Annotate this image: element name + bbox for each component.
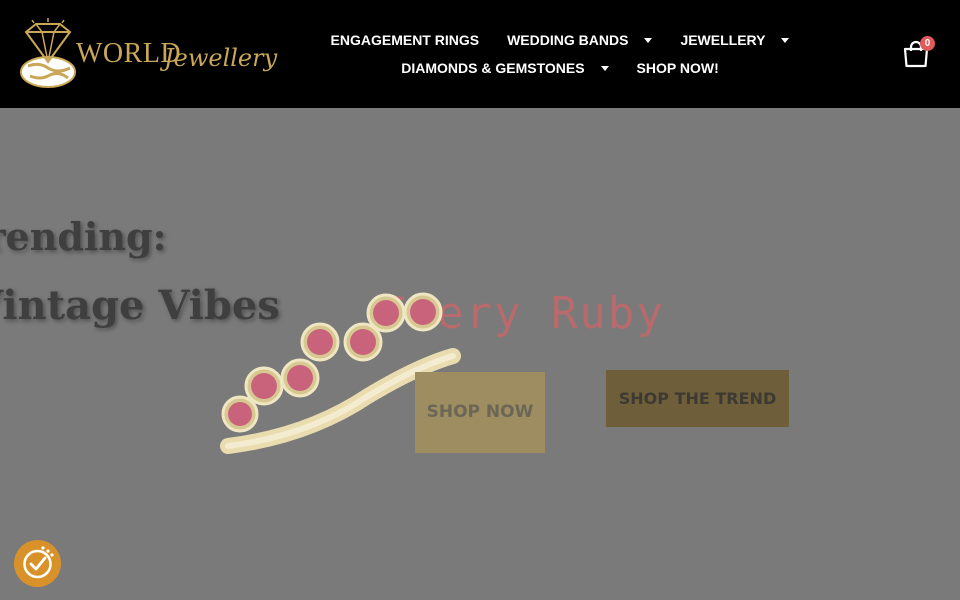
nav-item-label: DIAMONDS & GEMSTONES xyxy=(401,60,585,76)
nav-item-label: WEDDING BANDS xyxy=(507,32,629,48)
site-header: WORLD Jewellery ENGAGEMENT RINGS WEDDING… xyxy=(0,0,960,108)
caret-down-icon xyxy=(644,37,653,43)
cart-count-badge: 0 xyxy=(920,36,935,51)
nav-item-engagement-rings[interactable]: ENGAGEMENT RINGS xyxy=(331,32,480,48)
nav-row-2: DIAMONDS & GEMSTONES SHOP NOW! xyxy=(300,54,820,82)
diamond-globe-icon xyxy=(20,18,76,88)
logo-word-jewellery: Jewellery xyxy=(164,44,278,72)
main-nav: ENGAGEMENT RINGS WEDDING BANDS JEWELLERY… xyxy=(300,26,820,82)
accessibility-check-icon xyxy=(23,546,54,579)
nav-item-label: SHOP NOW! xyxy=(636,60,719,76)
hero-banner: Trending: Vintage Vibes Fiery Ruby SHOP … xyxy=(0,108,960,600)
nav-row-1: ENGAGEMENT RINGS WEDDING BANDS JEWELLERY xyxy=(300,26,820,54)
world-jewellery-logo[interactable]: WORLD Jewellery xyxy=(18,18,277,90)
shop-now-button[interactable]: SHOP NOW xyxy=(415,372,545,453)
nav-item-label: ENGAGEMENT RINGS xyxy=(330,32,480,48)
caret-down-icon xyxy=(781,37,790,43)
shop-the-trend-button[interactable]: SHOP THE TREND xyxy=(606,370,789,427)
hero-heading-trending: Trending: xyxy=(0,214,167,259)
nav-item-label: JEWELLERY xyxy=(680,32,766,48)
accessibility-widget-button[interactable] xyxy=(14,540,61,587)
nav-item-jewellery[interactable]: JEWELLERY xyxy=(680,32,790,48)
caret-down-icon xyxy=(600,65,609,71)
nav-item-diamonds-gemstones[interactable]: DIAMONDS & GEMSTONES xyxy=(401,60,609,76)
nav-item-wedding-bands[interactable]: WEDDING BANDS xyxy=(507,32,653,48)
nav-item-shop-now[interactable]: SHOP NOW! xyxy=(637,60,719,76)
